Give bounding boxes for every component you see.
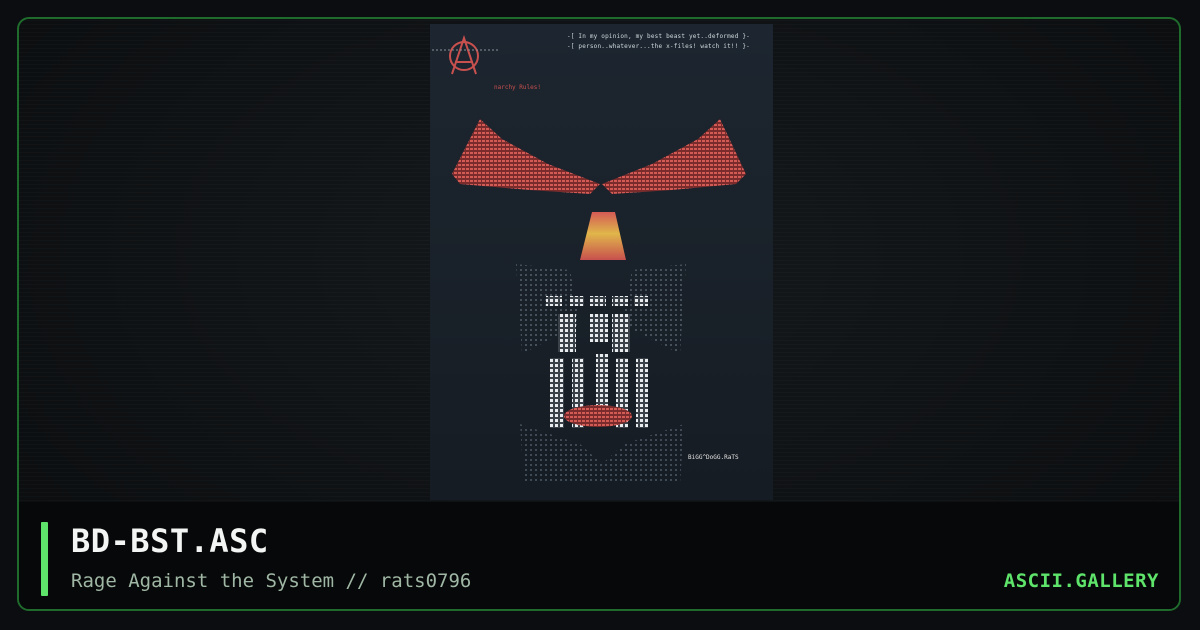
right-eye <box>602 119 746 194</box>
info-footer: BD-BST.ASC Rage Against the System // ra… <box>19 502 1179 609</box>
file-title: BD-BST.ASC <box>71 522 269 560</box>
artist-signature: BiGG^DoGG.RaTS <box>688 454 739 461</box>
ascii-art-drawing <box>432 34 746 484</box>
accent-bar <box>41 522 48 596</box>
preview-card: -[ In my opinion, my best beast yet..def… <box>17 17 1181 611</box>
tongue <box>564 405 632 427</box>
ascii-artwork: -[ In my opinion, my best beast yet..def… <box>430 24 773 500</box>
left-eye <box>452 119 600 194</box>
group-tag: narchy Rules! <box>494 84 541 91</box>
file-subtitle: Rage Against the System // rats0796 <box>71 570 472 592</box>
anarchy-symbol <box>449 34 479 75</box>
header-line-2: -[ person..whatever...the x-files! watch… <box>567 43 750 50</box>
brand-link[interactable]: ASCII.GALLERY <box>1004 570 1159 592</box>
header-line-1: -[ In my opinion, my best beast yet..def… <box>567 33 750 40</box>
nose <box>580 212 626 260</box>
